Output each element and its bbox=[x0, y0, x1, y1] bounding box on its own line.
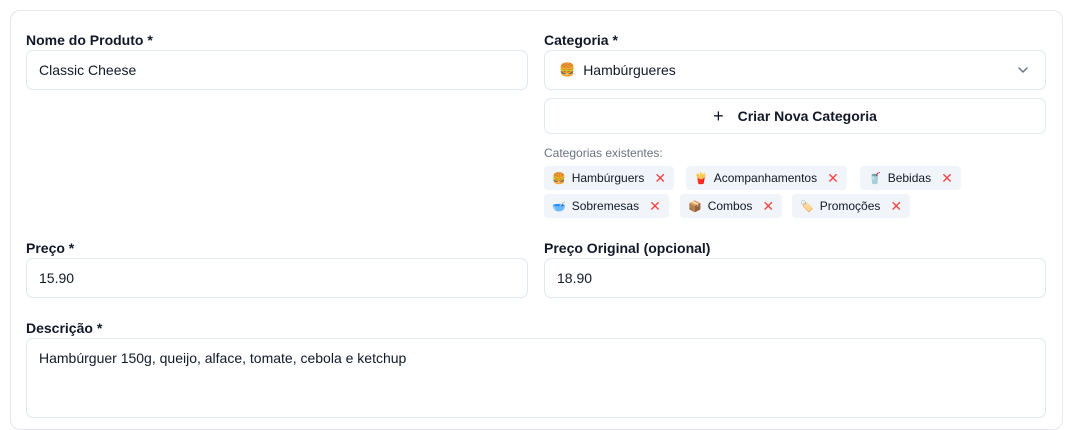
existing-categories-label: Categorias existentes: bbox=[544, 146, 663, 160]
chevron-down-icon bbox=[1018, 67, 1028, 73]
close-icon[interactable]: ✕ bbox=[941, 171, 953, 185]
category-label: Categoria * bbox=[544, 32, 618, 48]
chip-label: Hambúrguers bbox=[571, 171, 645, 185]
name-input[interactable]: Classic Cheese bbox=[26, 50, 528, 90]
description-text: Hambúrguer 150g, queijo, alface, tomate,… bbox=[39, 350, 407, 366]
category-select[interactable]: 🍔 Hambúrgueres bbox=[544, 50, 1046, 90]
chip-label: Sobremesas bbox=[571, 199, 640, 213]
chip-label: Acompanhamentos bbox=[713, 171, 818, 185]
plus-icon: + bbox=[713, 106, 724, 126]
close-icon[interactable]: ✕ bbox=[654, 171, 666, 185]
price-label: Preço * bbox=[26, 240, 75, 256]
chip-label: Promoções bbox=[819, 199, 881, 213]
chip-label: Combos bbox=[707, 199, 753, 213]
price-input[interactable]: 15.90 bbox=[26, 258, 528, 298]
category-chip: 🍟 Acompanhamentos ✕ bbox=[686, 166, 847, 190]
create-category-label: Criar Nova Categoria bbox=[737, 108, 877, 124]
fries-icon: 🍟 bbox=[694, 172, 708, 185]
create-category-button[interactable]: + Criar Nova Categoria bbox=[544, 98, 1046, 134]
category-chip: 🍔 Hambúrguers ✕ bbox=[544, 166, 675, 190]
description-textarea[interactable]: Hambúrguer 150g, queijo, alface, tomate,… bbox=[26, 338, 1046, 418]
category-chip: 📦 Combos ✕ bbox=[680, 194, 783, 218]
drink-icon: 🥤 bbox=[868, 172, 882, 185]
name-label: Nome do Produto * bbox=[26, 32, 153, 48]
chip-label: Bebidas bbox=[887, 171, 932, 185]
description-label: Descrição * bbox=[26, 320, 103, 336]
close-icon[interactable]: ✕ bbox=[890, 199, 902, 213]
original-price-label: Preço Original (opcional) bbox=[544, 240, 711, 256]
category-chip: 🥣 Sobremesas ✕ bbox=[544, 194, 669, 218]
category-chip: 🥤 Bebidas ✕ bbox=[860, 166, 961, 190]
bowl-icon: 🥣 bbox=[552, 200, 566, 213]
burger-icon: 🍔 bbox=[559, 62, 576, 77]
category-select-value: Hambúrgueres bbox=[583, 62, 676, 78]
close-icon[interactable]: ✕ bbox=[762, 199, 774, 213]
original-price-input[interactable]: 18.90 bbox=[544, 258, 1046, 298]
tag-icon: 🏷️ bbox=[800, 200, 814, 213]
burger-icon: 🍔 bbox=[552, 172, 566, 185]
close-icon[interactable]: ✕ bbox=[649, 199, 661, 213]
close-icon[interactable]: ✕ bbox=[827, 171, 839, 185]
category-chip: 🏷️ Promoções ✕ bbox=[792, 194, 911, 218]
box-icon: 📦 bbox=[688, 200, 702, 213]
